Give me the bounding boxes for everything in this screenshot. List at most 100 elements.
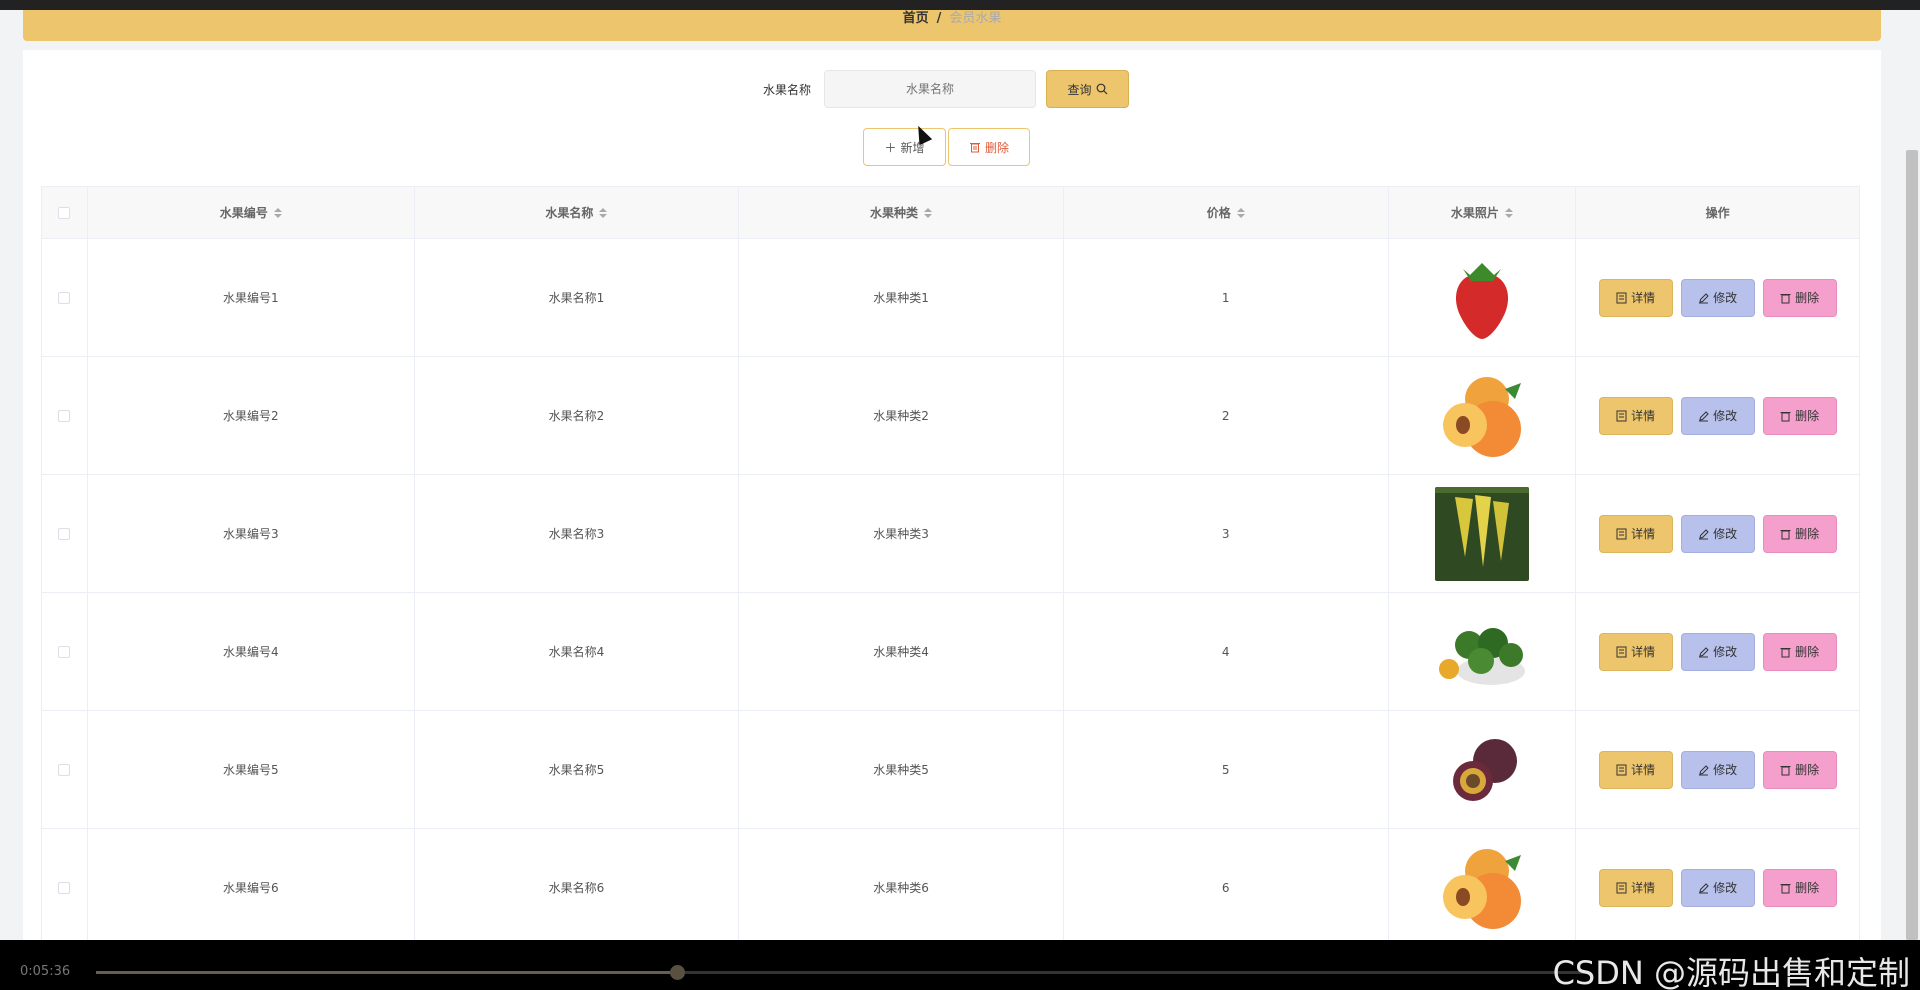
edit-button[interactable]: 修改 xyxy=(1680,514,1755,553)
trash-icon xyxy=(969,143,980,153)
table-row: 水果编号6 水果名称6 水果种类6 6 详情 修改 删除 xyxy=(42,829,1859,947)
document-icon xyxy=(1616,764,1627,775)
fruit-photo-apricot[interactable] xyxy=(1434,368,1529,463)
search-label: 水果名称 xyxy=(763,83,812,97)
edit-label: 修改 xyxy=(1713,881,1738,895)
cell-name: 水果名称5 xyxy=(415,711,740,828)
breadcrumb-separator: / xyxy=(936,11,942,26)
delete-button[interactable]: 删除 xyxy=(1762,396,1837,435)
search-button-label: 查询 xyxy=(1067,82,1092,97)
row-select-cell xyxy=(42,357,88,474)
edit-button[interactable]: 修改 xyxy=(1680,396,1755,435)
header-type[interactable]: 水果种类 xyxy=(739,187,1064,238)
fruit-photo-strawberry[interactable] xyxy=(1434,250,1529,345)
action-row: ＋ 新增 删除 xyxy=(0,128,1920,166)
trash-icon xyxy=(1780,293,1791,303)
cell-actions: 详情 修改 删除 xyxy=(1576,711,1859,828)
row-select-cell xyxy=(42,711,88,828)
fruit-photo-apricot[interactable] xyxy=(1434,840,1529,935)
delete-button[interactable]: 删除 xyxy=(1762,278,1837,317)
cell-photo xyxy=(1389,711,1577,828)
table-row: 水果编号5 水果名称5 水果种类5 5 详情 修改 删除 xyxy=(42,711,1859,829)
fruit-table: 水果编号 水果名称 水果种类 价格 水果照片 操作 水果编号1 水果名称1 水果… xyxy=(41,186,1860,948)
detail-button[interactable]: 详情 xyxy=(1598,396,1673,435)
document-icon xyxy=(1616,646,1627,657)
select-all-checkbox[interactable] xyxy=(58,206,71,219)
scrollbar[interactable] xyxy=(1904,10,1920,940)
sort-icon[interactable] xyxy=(599,207,608,218)
edit-label: 修改 xyxy=(1713,409,1738,423)
add-button[interactable]: ＋ 新增 xyxy=(863,128,946,166)
search-input[interactable] xyxy=(824,70,1036,108)
sort-icon[interactable] xyxy=(1504,207,1513,218)
search-button[interactable]: 查询 xyxy=(1046,70,1129,108)
cell-photo xyxy=(1389,593,1577,710)
detail-button[interactable]: 详情 xyxy=(1598,278,1673,317)
delete-button[interactable]: 删除 xyxy=(1762,750,1837,789)
breadcrumb-home[interactable]: 首页 xyxy=(903,11,929,26)
delete-button[interactable]: 删除 xyxy=(1762,632,1837,671)
cell-photo xyxy=(1389,239,1577,356)
row-checkbox[interactable] xyxy=(58,409,71,422)
pencil-icon xyxy=(1699,410,1709,421)
cell-type: 水果种类2 xyxy=(739,357,1064,474)
edit-button[interactable]: 修改 xyxy=(1680,632,1755,671)
row-checkbox[interactable] xyxy=(58,763,71,776)
header-code[interactable]: 水果编号 xyxy=(88,187,415,238)
header-price[interactable]: 价格 xyxy=(1064,187,1389,238)
cell-name: 水果名称3 xyxy=(415,475,740,592)
scrollbar-thumb[interactable] xyxy=(1906,150,1918,940)
batch-delete-button[interactable]: 删除 xyxy=(948,128,1030,166)
trash-icon xyxy=(1780,765,1791,775)
row-select-cell xyxy=(42,829,88,946)
row-checkbox[interactable] xyxy=(58,881,71,894)
row-checkbox[interactable] xyxy=(58,291,71,304)
cell-photo xyxy=(1389,357,1577,474)
edit-button[interactable]: 修改 xyxy=(1680,278,1755,317)
cell-type: 水果种类3 xyxy=(739,475,1064,592)
sort-icon[interactable] xyxy=(1236,207,1245,218)
trash-icon xyxy=(1780,529,1791,539)
video-progress-knob[interactable] xyxy=(670,965,686,980)
row-checkbox[interactable] xyxy=(58,527,71,540)
header-name-label: 水果名称 xyxy=(545,206,594,220)
header-actions: 操作 xyxy=(1576,187,1859,238)
row-checkbox[interactable] xyxy=(58,645,71,658)
header-photo[interactable]: 水果照片 xyxy=(1389,187,1577,238)
header-code-label: 水果编号 xyxy=(219,206,268,220)
fruit-photo-passion-fruit[interactable] xyxy=(1434,722,1529,817)
table-row: 水果编号4 水果名称4 水果种类4 4 详情 修改 删除 xyxy=(42,593,1859,711)
cell-code: 水果编号5 xyxy=(88,711,415,828)
sort-icon[interactable] xyxy=(924,207,933,218)
cell-code: 水果编号3 xyxy=(88,475,415,592)
detail-label: 详情 xyxy=(1631,409,1656,423)
edit-button[interactable]: 修改 xyxy=(1680,750,1755,789)
delete-label: 删除 xyxy=(1795,645,1820,659)
detail-button[interactable]: 详情 xyxy=(1598,750,1673,789)
cell-price: 5 xyxy=(1064,711,1389,828)
breadcrumb: 首页 / 会员水果 xyxy=(23,10,1881,41)
video-progress-track[interactable] xyxy=(96,965,1586,980)
delete-label: 删除 xyxy=(1795,881,1820,895)
detail-button[interactable]: 详情 xyxy=(1598,632,1673,671)
table-header: 水果编号 水果名称 水果种类 价格 水果照片 操作 xyxy=(42,187,1859,239)
fruit-photo-starfruit[interactable] xyxy=(1434,486,1529,581)
edit-button[interactable]: 修改 xyxy=(1680,868,1755,907)
cell-price: 4 xyxy=(1064,593,1389,710)
top-border xyxy=(0,0,1920,10)
plus-icon: ＋ xyxy=(884,140,897,155)
table-body: 水果编号1 水果名称1 水果种类1 1 详情 修改 删除 水果编号2 水果名称2… xyxy=(42,239,1859,947)
delete-button[interactable]: 删除 xyxy=(1762,868,1837,907)
detail-button[interactable]: 详情 xyxy=(1598,868,1673,907)
cell-actions: 详情 修改 删除 xyxy=(1576,829,1859,946)
trash-icon xyxy=(1780,883,1791,893)
delete-button[interactable]: 删除 xyxy=(1762,514,1837,553)
header-name[interactable]: 水果名称 xyxy=(415,187,740,238)
trash-icon xyxy=(1780,647,1791,657)
pencil-icon xyxy=(1699,528,1709,539)
sort-icon[interactable] xyxy=(273,207,282,218)
detail-button[interactable]: 详情 xyxy=(1598,514,1673,553)
fruit-photo-green-citrus[interactable] xyxy=(1434,604,1529,699)
video-progress-fill xyxy=(96,971,678,974)
watermark: CSDN @源码出售和定制 xyxy=(1552,954,1910,990)
